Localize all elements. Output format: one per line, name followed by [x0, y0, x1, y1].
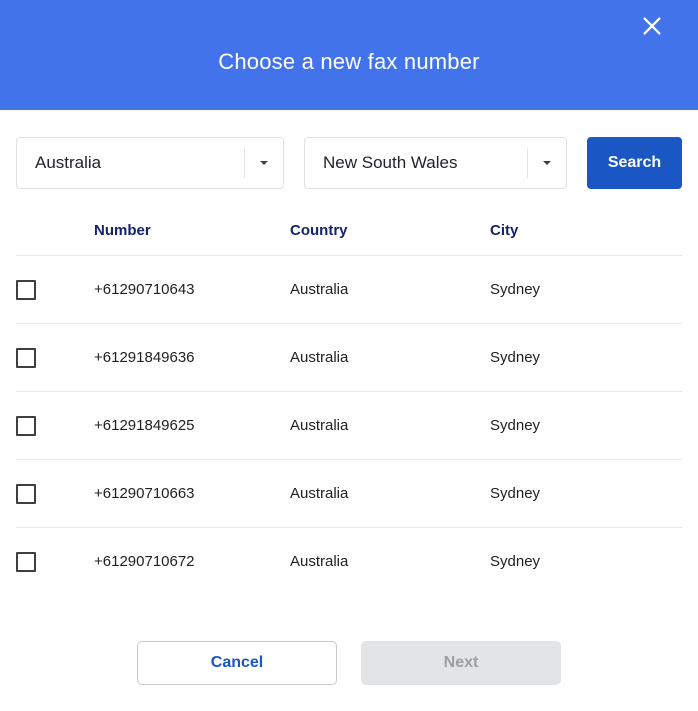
- column-header-select: [16, 222, 94, 256]
- close-icon: [641, 15, 663, 37]
- page-title: Choose a new fax number: [218, 49, 480, 74]
- row-checkbox[interactable]: [16, 483, 36, 504]
- column-header-number: Number: [94, 222, 290, 256]
- cell-number: +61291849636: [94, 323, 290, 392]
- row-select-cell: [16, 255, 94, 324]
- table-row[interactable]: +61290710672 Australia Sydney: [16, 528, 682, 596]
- cell-city: Sydney: [490, 323, 682, 392]
- country-select-value: Australia: [35, 153, 102, 172]
- row-select-cell: [16, 528, 94, 596]
- region-select[interactable]: New South Wales: [304, 137, 567, 189]
- cancel-button[interactable]: Cancel: [137, 641, 337, 685]
- table-row[interactable]: +61291849625 Australia Sydney: [16, 391, 682, 460]
- cell-number: +61290710672: [94, 553, 195, 570]
- cell-city: Sydney: [490, 459, 682, 528]
- table-row[interactable]: +61291849636 Australia Sydney: [16, 323, 682, 392]
- row-select-cell: [16, 391, 94, 460]
- column-header-city: City: [490, 222, 682, 256]
- choose-fax-number-dialog: Choose a new fax number Australia New So…: [0, 0, 698, 711]
- region-select-value: New South Wales: [323, 153, 458, 172]
- cell-city: Sydney: [490, 255, 682, 324]
- table-body: +61290710643 Australia Sydney +612918496…: [16, 255, 682, 596]
- cell-number: +61291849625: [94, 391, 290, 460]
- table-row[interactable]: +61290710663 Australia Sydney: [16, 459, 682, 528]
- row-checkbox[interactable]: [16, 415, 36, 436]
- row-checkbox[interactable]: [16, 347, 36, 368]
- cell-country: Australia: [290, 391, 490, 460]
- cell-country: Australia: [290, 553, 349, 570]
- chevron-down-icon: [245, 138, 283, 188]
- country-select[interactable]: Australia: [16, 137, 284, 189]
- cell-country: Australia: [290, 323, 490, 392]
- search-button[interactable]: Search: [587, 137, 682, 189]
- close-button[interactable]: [637, 11, 667, 41]
- cell-country: Australia: [290, 459, 490, 528]
- fax-number-table: Number Country City +61290710643 Austral…: [16, 222, 682, 595]
- cell-number: +61290710663: [94, 459, 290, 528]
- table-head: Number Country City: [16, 222, 682, 256]
- row-select-cell: [16, 323, 94, 392]
- cell-city: Sydney: [490, 391, 682, 460]
- search-filter-bar: Australia New South Wales Search: [0, 137, 698, 189]
- column-header-country: Country: [290, 222, 490, 256]
- cell-country: Australia: [290, 255, 490, 324]
- dialog-footer: Cancel Next: [0, 621, 698, 711]
- cell-number: +61290710643: [94, 255, 290, 324]
- next-button[interactable]: Next: [361, 641, 561, 685]
- dialog-header: Choose a new fax number: [0, 0, 698, 110]
- table-row[interactable]: +61290710643 Australia Sydney: [16, 255, 682, 324]
- cell-city: Sydney: [490, 553, 541, 570]
- table-header-row: Number Country City: [16, 222, 682, 256]
- row-checkbox[interactable]: [16, 279, 36, 300]
- chevron-down-icon: [528, 138, 566, 188]
- results-table-container: Number Country City +61290710643 Austral…: [0, 222, 698, 621]
- row-select-cell: [16, 459, 94, 528]
- row-checkbox[interactable]: [16, 551, 36, 572]
